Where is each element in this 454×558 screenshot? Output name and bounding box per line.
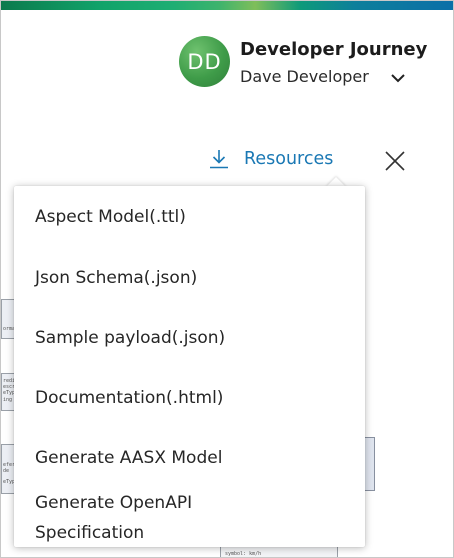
- diagram-node: [364, 437, 375, 491]
- close-icon[interactable]: [383, 149, 407, 173]
- app-window: DD Developer Journey Dave Developer Reso…: [0, 0, 454, 558]
- menu-item-sample-payload[interactable]: Sample payload(.json): [35, 323, 225, 353]
- menu-item-json-schema[interactable]: Json Schema(.json): [35, 263, 197, 293]
- diagram-label: symbol: km/h: [225, 551, 262, 557]
- menu-item-aspect-model[interactable]: Aspect Model(.ttl): [35, 202, 186, 232]
- diagram-label: ing: [3, 397, 13, 403]
- resources-button[interactable]: Resources: [208, 147, 333, 171]
- download-icon: [210, 150, 228, 169]
- resources-menu: Aspect Model(.ttl) Json Schema(.json) Sa…: [14, 186, 365, 547]
- menu-item-generate-openapi[interactable]: Generate OpenAPI Specification: [35, 488, 265, 548]
- user-name[interactable]: Dave Developer: [240, 67, 369, 86]
- menu-item-documentation[interactable]: Documentation(.html): [35, 383, 223, 413]
- diagram-label: de: [3, 468, 10, 474]
- chevron-down-icon[interactable]: [390, 71, 406, 85]
- menu-item-generate-aasx[interactable]: Generate AASX Model: [35, 443, 222, 473]
- resources-label: Resources: [244, 149, 334, 169]
- brand-strip: [1, 1, 453, 10]
- avatar[interactable]: DD: [179, 36, 230, 87]
- diagram-node: [1, 299, 15, 339]
- app-title: Developer Journey: [240, 39, 428, 60]
